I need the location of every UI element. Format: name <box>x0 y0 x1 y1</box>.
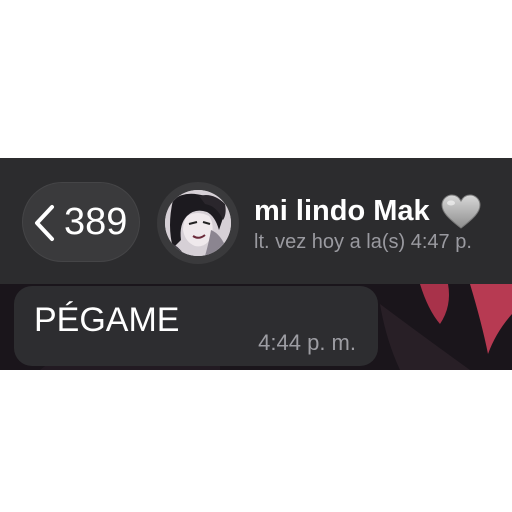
unread-count: 389 <box>64 201 128 243</box>
message-time: 4:44 p. m. <box>258 330 356 355</box>
back-button[interactable]: 389 <box>22 182 140 262</box>
message-text: PÉGAME <box>34 301 180 339</box>
last-seen-status: lt. vez hoy a la(s) 4:47 p. <box>254 231 472 253</box>
contact-name[interactable]: mi lindo Mak <box>254 194 430 228</box>
chat-header: 389 mi lindo Mak lt. vez hoy a la(s) 4:4… <box>0 158 512 284</box>
message-bubble[interactable]: PÉGAME 4:44 p. m. <box>14 286 378 366</box>
chat-messages-area: PÉGAME 4:44 p. m. <box>0 284 512 370</box>
screenshot-frame: 389 mi lindo Mak lt. vez hoy a la(s) 4:4… <box>0 0 512 512</box>
avatar-image <box>165 190 231 256</box>
contact-avatar-button[interactable] <box>157 182 239 264</box>
chevron-left-icon <box>35 205 54 241</box>
gray-heart-icon <box>441 194 481 229</box>
contact-avatar <box>165 190 231 256</box>
